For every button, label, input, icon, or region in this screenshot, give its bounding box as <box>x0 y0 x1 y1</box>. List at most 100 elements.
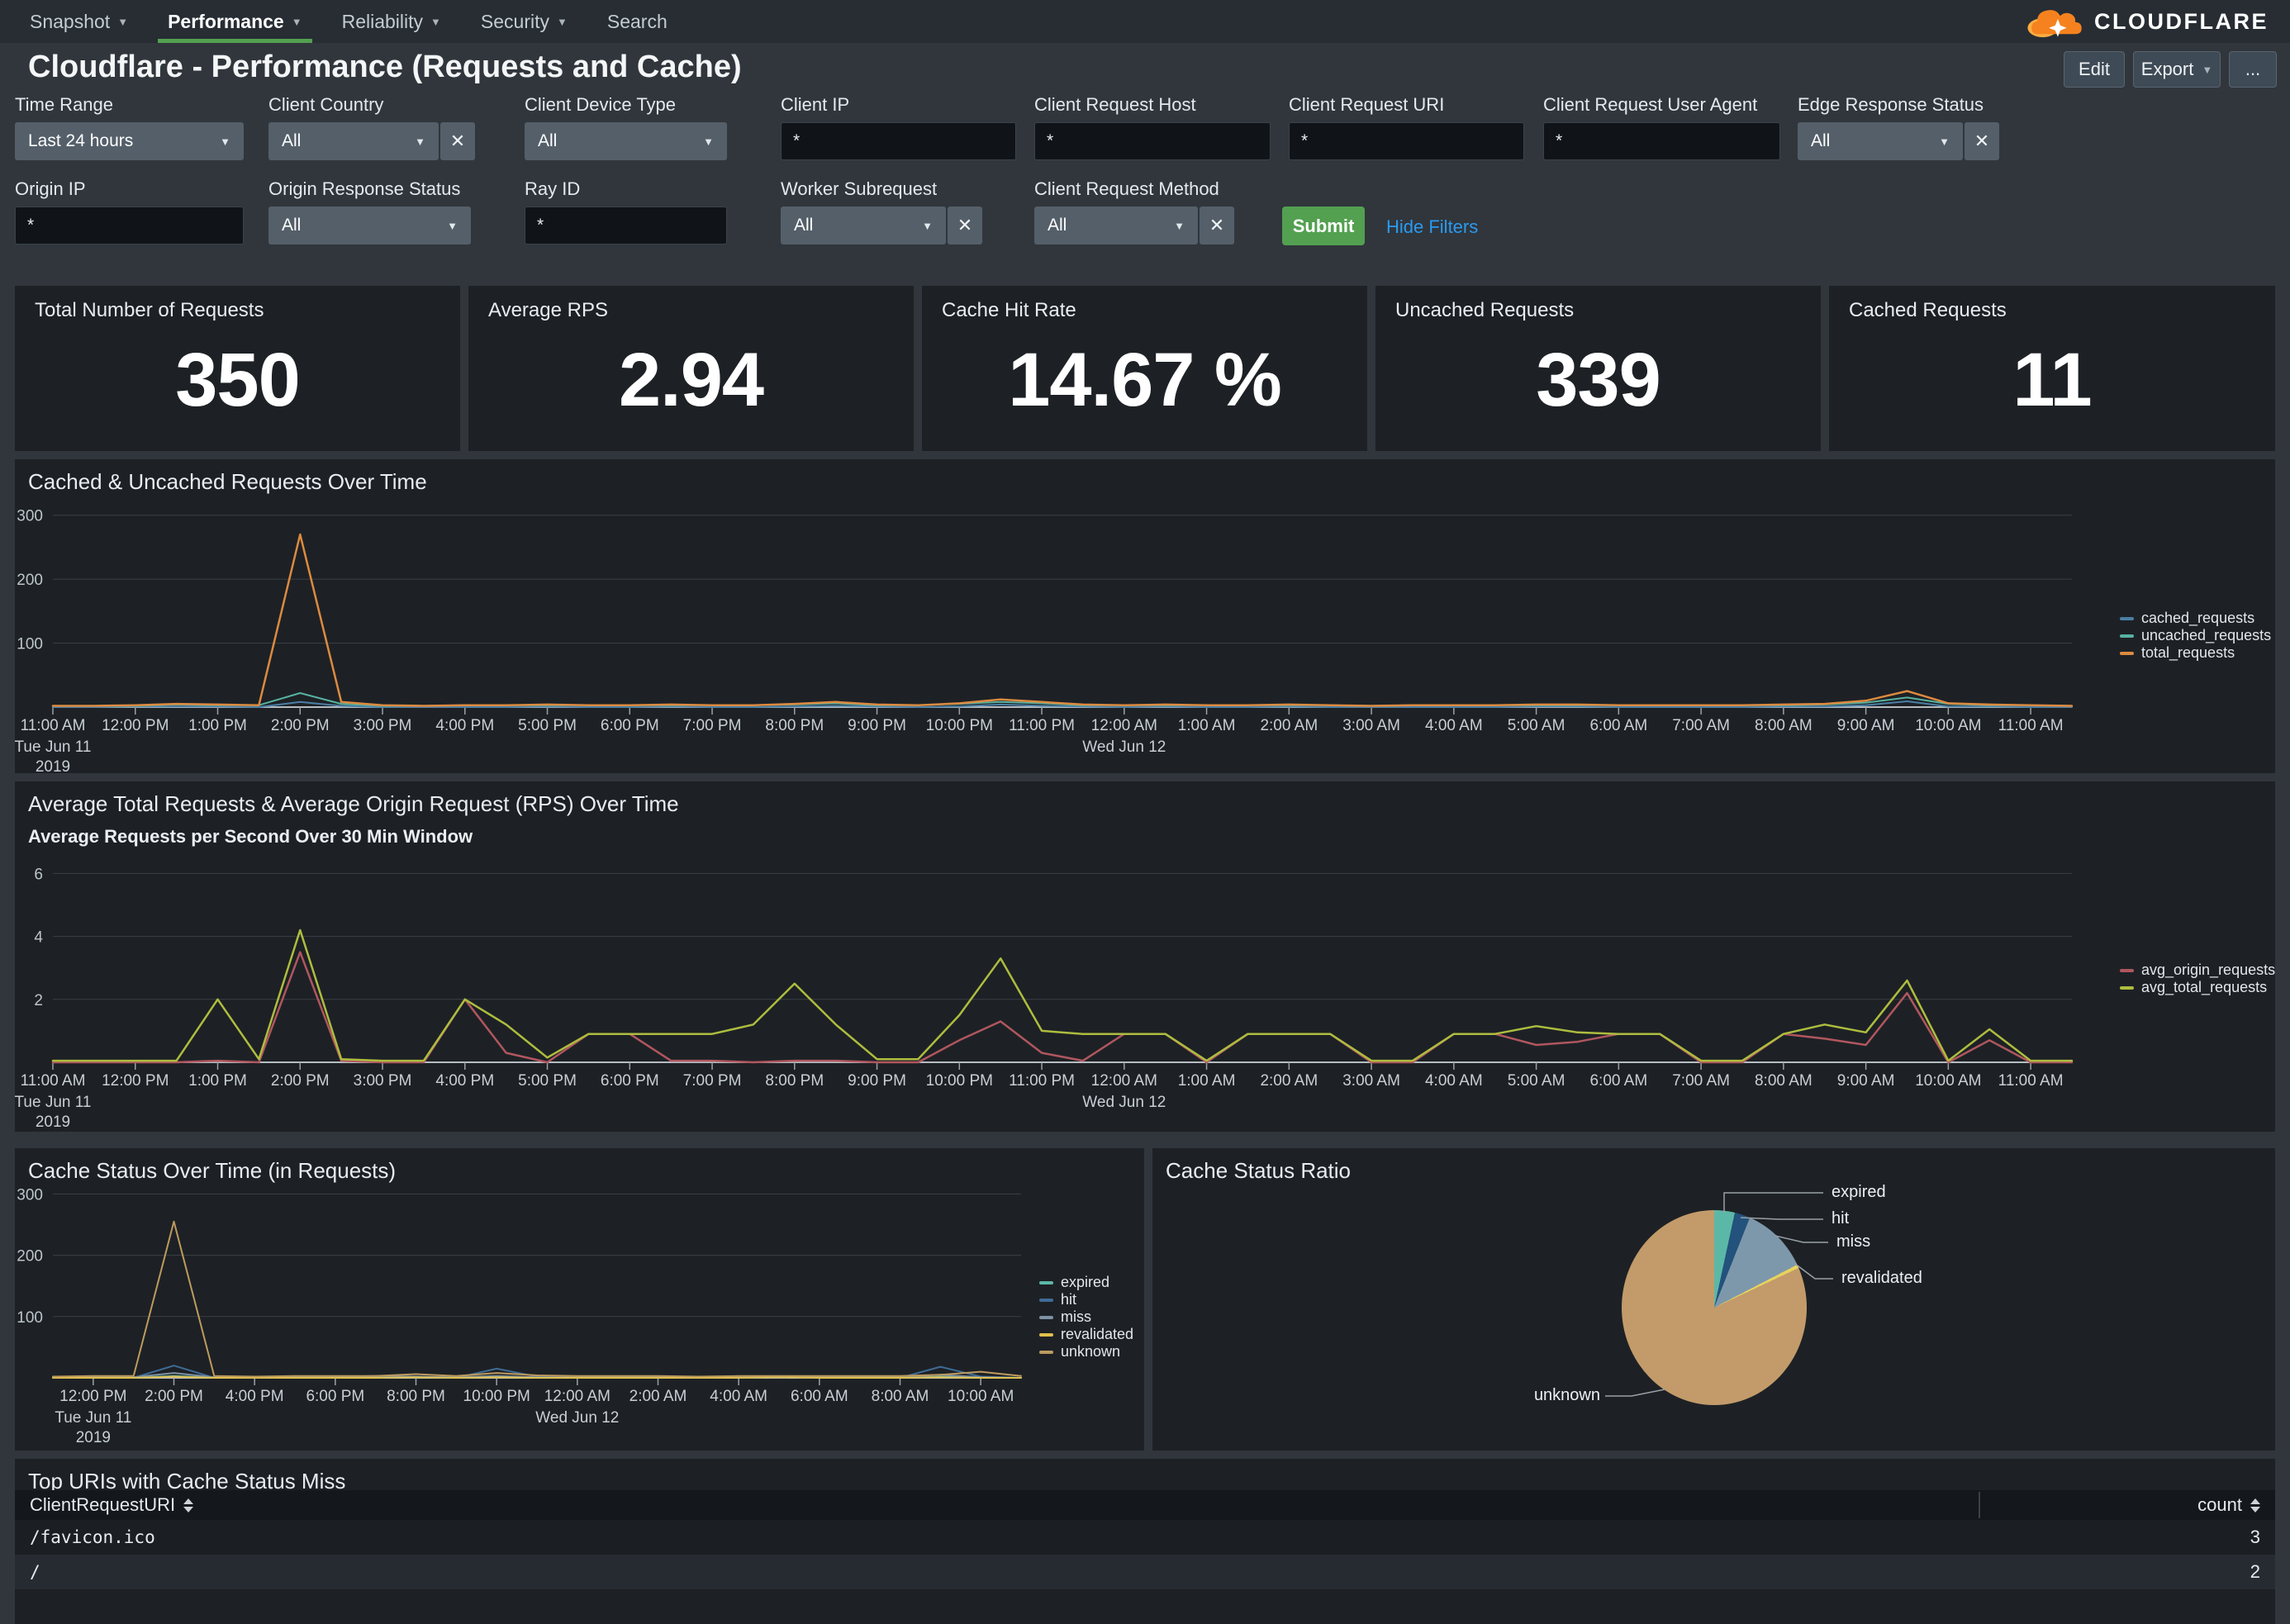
filter-worker-subrequest: Worker Subrequest All▼ ✕ <box>781 178 982 245</box>
svg-text:Wed Jun 12: Wed Jun 12 <box>1082 1094 1166 1111</box>
column-header-uri[interactable]: ClientRequestURI <box>30 1494 175 1516</box>
legend-item-miss[interactable]: miss <box>1039 1308 1133 1326</box>
edge-response-status-select[interactable]: All▼ <box>1798 122 1963 160</box>
svg-text:2:00 PM: 2:00 PM <box>271 1072 330 1090</box>
svg-text:11:00 AM: 11:00 AM <box>21 717 86 734</box>
nav-item-security[interactable]: Security▼ <box>461 0 587 43</box>
svg-text:3:00 PM: 3:00 PM <box>354 1072 412 1090</box>
legend-item-unknown[interactable]: unknown <box>1039 1343 1133 1360</box>
legend-swatch <box>1039 1281 1053 1284</box>
svg-text:200: 200 <box>17 572 43 589</box>
legend-label: avg_origin_requests <box>2141 962 2275 979</box>
svg-text:6:00 PM: 6:00 PM <box>601 1072 659 1090</box>
chart-legend: expiredhitmissrevalidatedunknown <box>1039 1274 1133 1360</box>
chevron-down-icon: ▼ <box>447 220 458 232</box>
submit-button[interactable]: Submit <box>1282 207 1365 245</box>
nav-item-snapshot[interactable]: Snapshot▼ <box>10 0 148 43</box>
hide-filters-link[interactable]: Hide Filters <box>1386 216 1478 238</box>
svg-text:11:00 AM: 11:00 AM <box>21 1072 86 1090</box>
svg-text:7:00 AM: 7:00 AM <box>1672 1072 1730 1090</box>
svg-text:2:00 PM: 2:00 PM <box>271 717 330 734</box>
legend-item-avg_origin_requests[interactable]: avg_origin_requests <box>2120 962 2275 979</box>
chevron-down-icon: ▼ <box>292 16 302 28</box>
column-header-count[interactable]: count <box>2197 1494 2242 1516</box>
filter-origin-ip: Origin IP <box>15 178 244 245</box>
chevron-down-icon: ▼ <box>117 16 128 28</box>
legend-item-hit[interactable]: hit <box>1039 1291 1133 1308</box>
export-button[interactable]: Export▼ <box>2133 51 2221 88</box>
nav-item-search[interactable]: Search <box>587 0 687 43</box>
chart-average-rps-over-time: Average Total Requests & Average Origin … <box>15 781 2275 1132</box>
svg-text:8:00 PM: 8:00 PM <box>765 1072 824 1090</box>
chart-legend: cached_requestsuncached_requeststotal_re… <box>2120 610 2271 662</box>
nav-item-performance[interactable]: Performance▼ <box>148 0 322 43</box>
kpi-uncached-requests: Uncached Requests 339 <box>1375 286 1821 451</box>
average-rps-chart-canvas[interactable]: 24611:00 AMTue Jun 11201912:00 PM1:00 PM… <box>15 781 2275 1132</box>
chart-cached-uncached-requests: Cached & Uncached Requests Over Time 100… <box>15 459 2275 773</box>
svg-text:9:00 AM: 9:00 AM <box>1837 717 1895 734</box>
legend-swatch <box>1039 1316 1053 1319</box>
svg-text:6:00 AM: 6:00 AM <box>791 1388 848 1405</box>
svg-text:8:00 AM: 8:00 AM <box>872 1388 929 1405</box>
legend-item-avg_total_requests[interactable]: avg_total_requests <box>2120 979 2275 996</box>
client-request-uri-input[interactable] <box>1289 122 1524 160</box>
svg-text:2019: 2019 <box>36 1114 70 1131</box>
svg-text:11:00 AM: 11:00 AM <box>1998 717 2064 734</box>
time-range-select[interactable]: Last 24 hours▼ <box>15 122 244 160</box>
origin-response-status-select[interactable]: All▼ <box>268 207 471 245</box>
more-actions-button[interactable]: ... <box>2229 51 2277 88</box>
client-request-host-input[interactable] <box>1034 122 1271 160</box>
filter-client-ip: Client IP <box>781 94 1016 160</box>
ray-id-input[interactable] <box>525 207 727 245</box>
worker-subrequest-select[interactable]: All▼ <box>781 207 946 245</box>
sort-icon[interactable] <box>2250 1498 2260 1512</box>
filter-client-request-user-agent: Client Request User Agent <box>1543 94 1780 160</box>
legend-swatch <box>1039 1333 1053 1337</box>
nav-item-reliability[interactable]: Reliability▼ <box>322 0 461 43</box>
legend-label: expired <box>1061 1274 1109 1291</box>
svg-text:10:00 AM: 10:00 AM <box>1915 1072 1981 1090</box>
svg-text:2:00 AM: 2:00 AM <box>1260 717 1318 734</box>
client-country-select[interactable]: All▼ <box>268 122 439 160</box>
clear-filter-button[interactable]: ✕ <box>1200 207 1234 245</box>
svg-text:4:00 AM: 4:00 AM <box>1425 1072 1483 1090</box>
table-row[interactable]: /favicon.ico 3 <box>15 1520 2275 1555</box>
svg-text:5:00 PM: 5:00 PM <box>518 717 577 734</box>
client-request-user-agent-input[interactable] <box>1543 122 1780 160</box>
svg-text:300: 300 <box>17 508 43 525</box>
table-top-uris-cache-miss: Top URIs with Cache Status Miss ClientRe… <box>15 1459 2275 1624</box>
svg-text:10:00 AM: 10:00 AM <box>1915 717 1981 734</box>
legend-item-uncached_requests[interactable]: uncached_requests <box>2120 627 2271 644</box>
filter-client-request-host: Client Request Host <box>1034 94 1271 160</box>
svg-text:300: 300 <box>17 1186 43 1204</box>
client-ip-input[interactable] <box>781 122 1016 160</box>
cached-uncached-chart-canvas[interactable]: 10020030011:00 AMTue Jun 11201912:00 PM1… <box>15 459 2275 773</box>
edit-button[interactable]: Edit <box>2064 51 2125 88</box>
filter-client-request-uri: Client Request URI <box>1289 94 1524 160</box>
brand-text: CLOUDFLARE <box>2094 9 2269 35</box>
clear-filter-button[interactable]: ✕ <box>948 207 982 245</box>
clear-filter-button[interactable]: ✕ <box>440 122 475 160</box>
svg-text:6:00 PM: 6:00 PM <box>601 717 659 734</box>
table-row[interactable]: / 2 <box>15 1555 2275 1589</box>
legend-item-cached_requests[interactable]: cached_requests <box>2120 610 2271 627</box>
chevron-down-icon: ▼ <box>1939 135 1950 148</box>
svg-text:9:00 PM: 9:00 PM <box>848 1072 906 1090</box>
clear-filter-button[interactable]: ✕ <box>1965 122 1999 160</box>
chart-legend: avg_origin_requestsavg_total_requests <box>2120 962 2275 996</box>
legend-item-total_requests[interactable]: total_requests <box>2120 644 2271 662</box>
svg-text:Tue Jun 11: Tue Jun 11 <box>15 738 91 756</box>
client-request-method-select[interactable]: All▼ <box>1034 207 1198 245</box>
svg-text:11:00 PM: 11:00 PM <box>1009 717 1075 734</box>
close-icon: ✕ <box>1209 215 1224 236</box>
kpi-total-requests: Total Number of Requests 350 <box>15 286 460 451</box>
svg-text:9:00 PM: 9:00 PM <box>848 717 906 734</box>
legend-item-revalidated[interactable]: revalidated <box>1039 1326 1133 1343</box>
origin-ip-input[interactable] <box>15 207 244 245</box>
cache-status-chart-canvas[interactable]: 10020030012:00 PMTue Jun 1120192:00 PM4:… <box>15 1148 1144 1451</box>
client-device-type-select[interactable]: All▼ <box>525 122 727 160</box>
chevron-down-icon: ▼ <box>1174 220 1185 232</box>
sort-icon[interactable] <box>183 1498 193 1512</box>
legend-item-expired[interactable]: expired <box>1039 1274 1133 1291</box>
kpi-cache-hit-rate: Cache Hit Rate 14.67 % <box>922 286 1367 451</box>
